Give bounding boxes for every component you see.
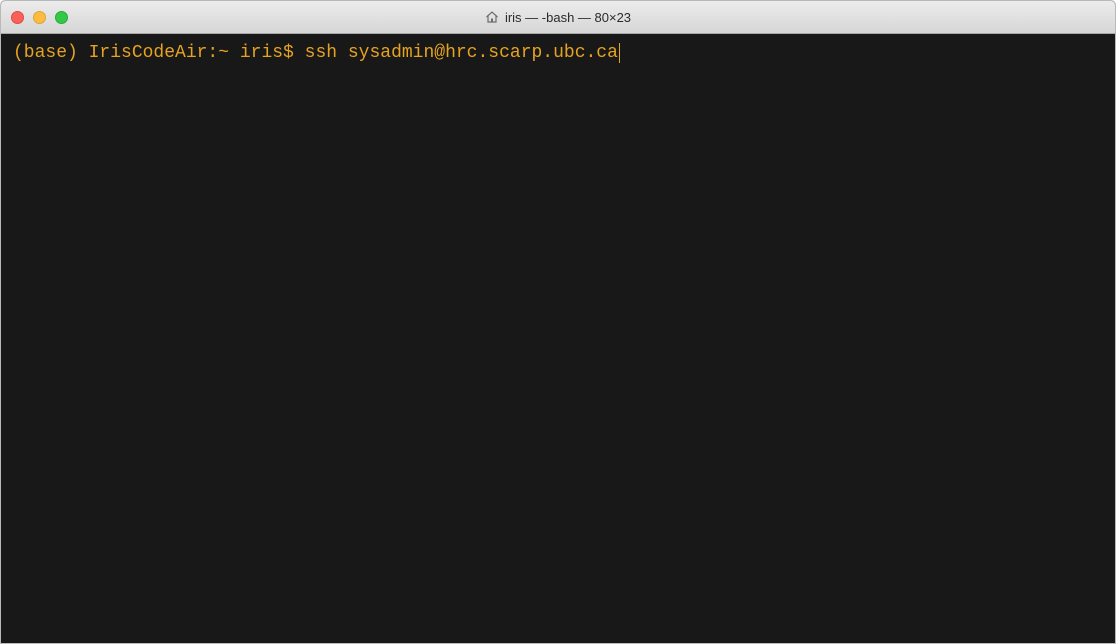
terminal-window: iris — -bash — 80×23 (base) IrisCodeAir:… <box>0 0 1116 644</box>
home-icon <box>485 10 499 24</box>
text-cursor <box>618 43 620 63</box>
terminal-output[interactable]: (base) IrisCodeAir:~ iris$ ssh sysadmin@… <box>1 34 1115 643</box>
window-title: iris — -bash — 80×23 <box>1 1 1115 33</box>
typed-command: ssh sysadmin@hrc.scarp.ubc.ca <box>304 43 618 63</box>
window-title-text: iris — -bash — 80×23 <box>504 9 632 25</box>
title-bar[interactable]: iris — -bash — 80×23 <box>1 1 1115 34</box>
command-line: (base) IrisCodeAir:~ iris$ ssh sysadmin@… <box>13 42 1115 64</box>
shell-prompt: (base) IrisCodeAir:~ iris$ <box>13 43 305 63</box>
